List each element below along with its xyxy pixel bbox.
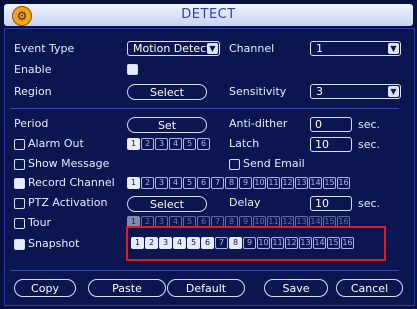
- record-channel-13[interactable]: 13: [295, 177, 308, 189]
- record-channel-6[interactable]: 6: [197, 177, 210, 189]
- anti-dither-label: Anti-dither: [229, 117, 288, 130]
- record-channel-label: Record Channel: [28, 176, 115, 189]
- show-message-label: Show Message: [28, 157, 110, 170]
- paste-button[interactable]: Paste: [88, 279, 166, 297]
- latch-label: Latch: [229, 137, 260, 150]
- record-channel-2[interactable]: 2: [141, 177, 154, 189]
- record-channel-grid: 1 2 3 4 5 6 7 8 9 10 11 12 13 14 15 16: [127, 177, 350, 189]
- ptz-activation-label: PTZ Activation: [28, 196, 108, 209]
- record-channel-checkbox[interactable]: [14, 178, 25, 189]
- alarm-output-4[interactable]: 4: [169, 138, 182, 150]
- event-type-select[interactable]: Motion Detect ▼: [127, 41, 220, 56]
- ptz-activation-checkbox[interactable]: [14, 198, 25, 209]
- save-button[interactable]: Save: [264, 279, 328, 297]
- record-channel-12[interactable]: 12: [281, 177, 294, 189]
- chevron-down-icon: ▼: [388, 43, 399, 54]
- channel-value: 1: [316, 42, 323, 55]
- delay-label: Delay: [229, 196, 261, 209]
- record-channel-15[interactable]: 15: [323, 177, 336, 189]
- period-set-button[interactable]: Set: [127, 117, 207, 133]
- highlight-box: [126, 226, 386, 261]
- record-channel-10[interactable]: 10: [253, 177, 266, 189]
- title-bar: ⚙ DETECT: [4, 4, 413, 26]
- delay-unit: sec.: [358, 197, 381, 210]
- tour-checkbox[interactable]: [14, 218, 25, 229]
- alarm-out-outputs: 123456: [127, 138, 210, 150]
- sensitivity-select[interactable]: 3 ▼: [310, 84, 401, 99]
- alarm-output-1[interactable]: 1: [127, 138, 140, 150]
- record-channel-14[interactable]: 14: [309, 177, 322, 189]
- ptz-select-button[interactable]: Select: [127, 196, 207, 212]
- alarm-output-6[interactable]: 6: [197, 138, 210, 150]
- anti-dither-unit: sec.: [358, 118, 381, 131]
- record-channel-9[interactable]: 9: [239, 177, 252, 189]
- enable-label: Enable: [14, 63, 52, 76]
- sensitivity-label: Sensitivity: [229, 85, 287, 98]
- snapshot-checkbox[interactable]: [14, 239, 25, 250]
- copy-button[interactable]: Copy: [14, 279, 76, 297]
- enable-checkbox[interactable]: [127, 64, 138, 75]
- detect-window: ⚙ DETECT Event Type Motion Detect ▼ Chan…: [0, 0, 417, 309]
- delay-input[interactable]: 10: [310, 196, 352, 211]
- record-channel-8[interactable]: 8: [225, 177, 238, 189]
- record-channel-7[interactable]: 7: [211, 177, 224, 189]
- chevron-down-icon: ▼: [388, 86, 399, 97]
- region-select-button[interactable]: Select: [127, 84, 207, 100]
- send-email-label: Send Email: [243, 157, 305, 170]
- alarm-output-3[interactable]: 3: [155, 138, 168, 150]
- record-channel-11[interactable]: 11: [267, 177, 280, 189]
- event-type-value: Motion Detect: [133, 42, 211, 55]
- period-label: Period: [14, 117, 49, 130]
- latch-unit: sec.: [358, 138, 381, 151]
- alarm-out-checkbox[interactable]: [14, 139, 25, 150]
- chevron-down-icon: ▼: [207, 43, 218, 54]
- alarm-output-5[interactable]: 5: [183, 138, 196, 150]
- divider: [10, 108, 399, 109]
- alarm-out-label: Alarm Out: [28, 137, 84, 150]
- default-button[interactable]: Default: [167, 279, 245, 297]
- send-email-checkbox[interactable]: [229, 159, 240, 170]
- tour-label: Tour: [28, 216, 52, 229]
- channel-select[interactable]: 1 ▼: [310, 41, 401, 56]
- record-channel-5[interactable]: 5: [183, 177, 196, 189]
- window-title: DETECT: [181, 7, 236, 22]
- anti-dither-input[interactable]: 0: [310, 117, 352, 132]
- show-message-checkbox[interactable]: [14, 159, 25, 170]
- event-type-label: Event Type: [14, 42, 75, 55]
- cancel-button[interactable]: Cancel: [336, 279, 403, 297]
- sensitivity-value: 3: [316, 85, 323, 98]
- region-label: Region: [14, 85, 52, 98]
- channel-label: Channel: [229, 42, 275, 55]
- latch-input[interactable]: 10: [310, 137, 352, 152]
- alarm-output-2[interactable]: 2: [141, 138, 154, 150]
- divider: [10, 270, 399, 271]
- record-channel-4[interactable]: 4: [169, 177, 182, 189]
- record-channel-16[interactable]: 16: [337, 177, 350, 189]
- record-channel-1[interactable]: 1: [127, 177, 140, 189]
- record-channel-3[interactable]: 3: [155, 177, 168, 189]
- snapshot-label: Snapshot: [28, 237, 80, 250]
